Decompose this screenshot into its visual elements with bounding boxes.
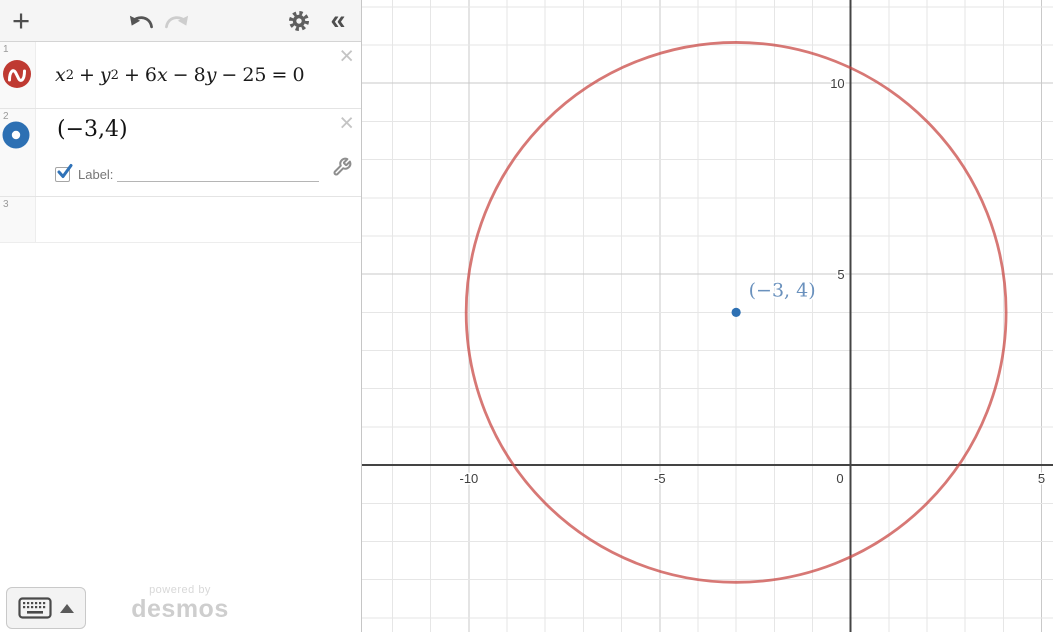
expression-gutter-2[interactable]: 2 <box>0 109 36 196</box>
collapse-panel-button[interactable]: « <box>316 0 360 41</box>
up-triangle-icon <box>60 603 74 613</box>
expression-toolbar: + « <box>0 0 361 42</box>
expression-1-math[interactable]: x 2 + y 2 +6 x −8 y −25 = 0 <box>55 42 305 108</box>
label-checkbox[interactable] <box>55 164 73 182</box>
expression-row-1[interactable]: 1 x 2 + y 2 +6 x −8 y −25 = 0 × <box>0 42 361 109</box>
graph-region: (−3, 4) -10 -5 0 5 5 10 <box>362 0 1053 632</box>
point-options-button[interactable] <box>332 157 352 182</box>
expression-row-3[interactable]: 3 <box>0 197 361 243</box>
redo-button[interactable] <box>156 0 198 41</box>
redo-arrow-icon <box>165 15 189 29</box>
x-tick-label: -5 <box>654 471 666 486</box>
label-input[interactable] <box>117 165 320 182</box>
show-keyboard-button[interactable] <box>6 587 86 629</box>
x-tick-label: 0 <box>836 471 843 486</box>
expression-panel: + « 1 x 2 + y 2 + 6 x − 8 y − 25 = 0 × 2… <box>0 0 362 632</box>
x-tick-label: 5 <box>1038 471 1045 486</box>
y-tick-label: 5 <box>837 267 844 282</box>
undo-arrow-icon <box>129 15 153 29</box>
checkmark-icon <box>57 164 73 178</box>
desmos-watermark: powered by desmos <box>90 585 270 622</box>
plotted-point[interactable] <box>731 307 741 317</box>
expression-2-value[interactable]: (−3,4) <box>57 117 128 142</box>
keyboard-icon <box>18 597 52 619</box>
settings-button[interactable] <box>278 0 320 41</box>
implicit-curve-icon[interactable] <box>2 59 32 89</box>
delete-expression-2-button[interactable]: × <box>339 111 354 136</box>
delete-expression-1-button[interactable]: × <box>339 44 354 69</box>
expression-index-1: 1 <box>3 44 9 55</box>
expression-index-3: 3 <box>3 199 9 210</box>
watermark-brand: desmos <box>131 595 229 623</box>
point-style-icon[interactable] <box>2 121 30 149</box>
expression-gutter-1[interactable]: 1 <box>0 42 36 108</box>
label-checkbox-text: Label: <box>78 167 114 182</box>
gear-icon <box>289 10 309 31</box>
graph-canvas[interactable]: (−3, 4) -10 -5 0 5 5 10 <box>362 0 1053 632</box>
y-tick-label: 10 <box>830 76 844 91</box>
app-window: + « 1 x 2 + y 2 + 6 x − 8 y − 25 = 0 × 2… <box>0 0 1053 632</box>
label-option-row: Label: <box>55 164 320 182</box>
expression-gutter-3: 3 <box>0 197 36 242</box>
add-expression-button[interactable]: + <box>0 0 42 41</box>
point-label: (−3, 4) <box>749 279 816 301</box>
expression-row-2[interactable]: 2 (−3,4) Label: × <box>0 109 361 197</box>
wrench-icon <box>333 157 352 176</box>
x-tick-label: -10 <box>459 471 478 486</box>
